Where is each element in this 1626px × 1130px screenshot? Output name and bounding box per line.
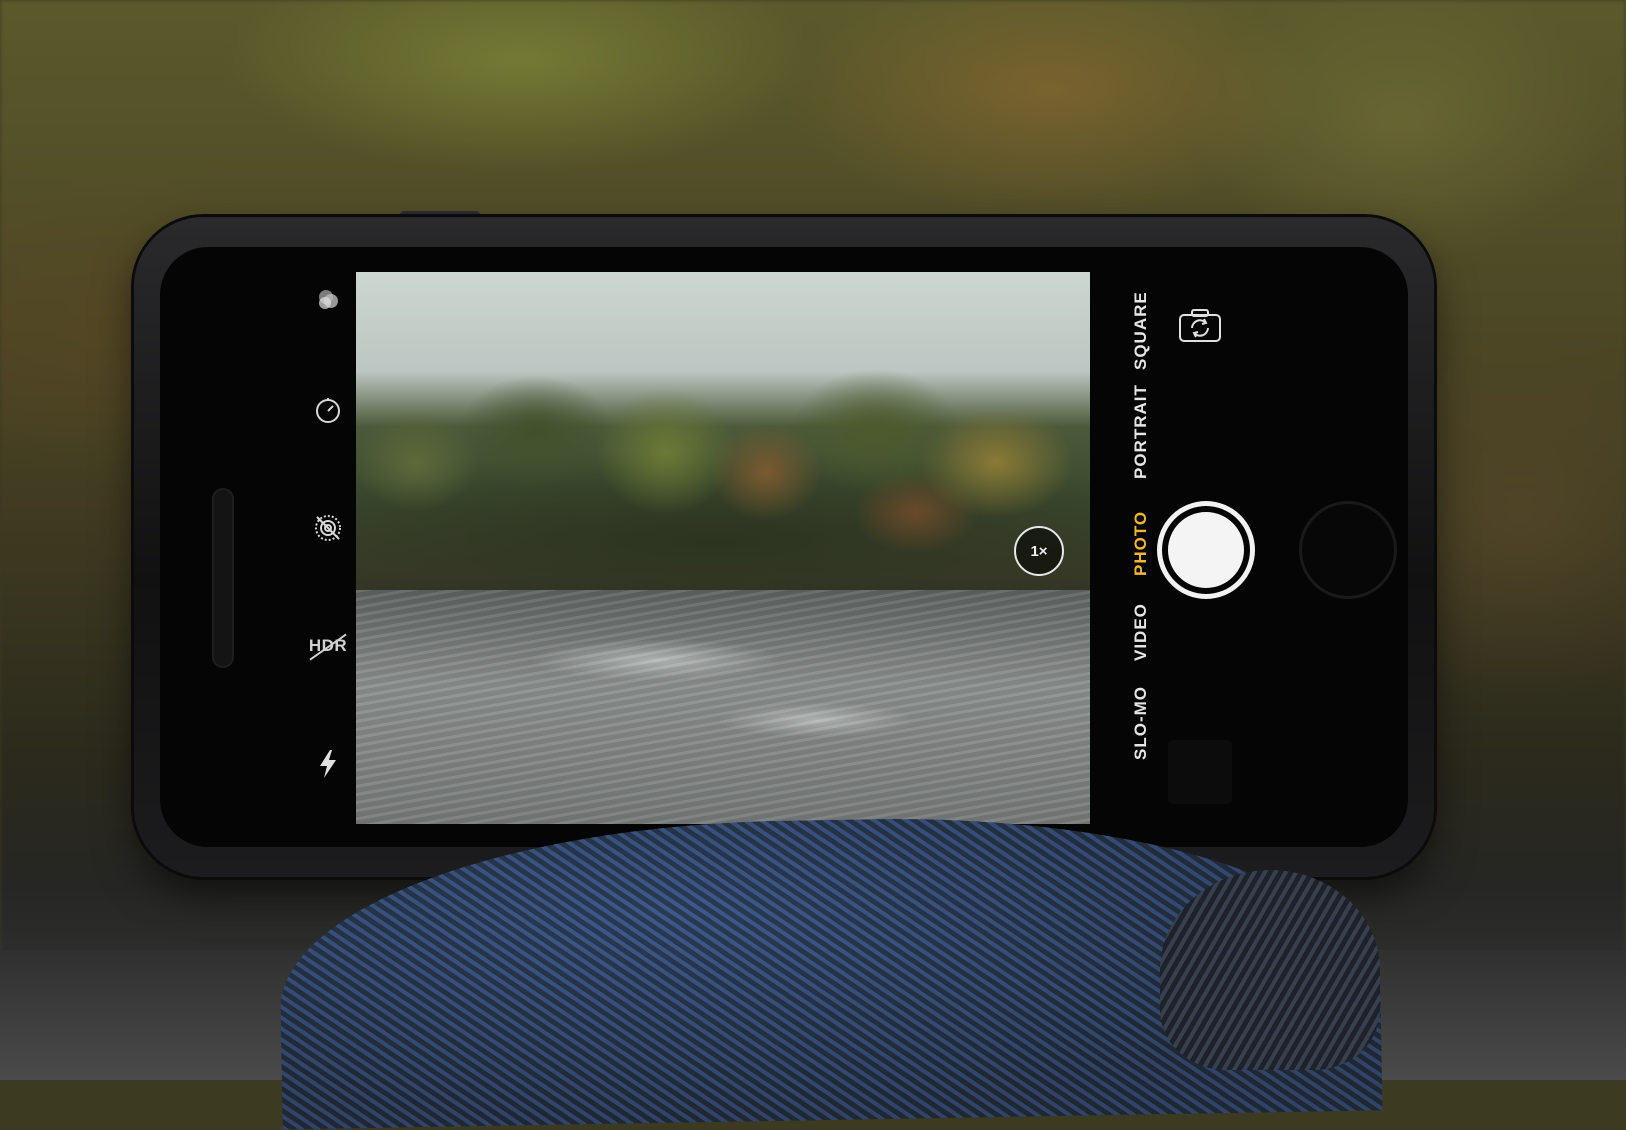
shutter-inner	[1168, 512, 1244, 588]
camera-mode-selector: SQUARE PORTRAIT PHOTO VIDEO SLO-MO	[1118, 272, 1164, 824]
mode-square[interactable]: SQUARE	[1118, 292, 1164, 371]
hdr-toggle[interactable]: HDR	[300, 618, 356, 674]
camera-viewfinder[interactable]	[356, 272, 1090, 824]
mode-photo[interactable]: PHOTO	[1118, 510, 1164, 576]
gloved-thumb	[1160, 870, 1380, 1070]
mode-portrait[interactable]: PORTRAIT	[1118, 382, 1164, 482]
live-photo-filters-icon[interactable]	[300, 272, 356, 328]
live-photo-off-icon[interactable]	[300, 500, 356, 556]
switch-camera-button[interactable]	[1176, 306, 1224, 346]
mode-video[interactable]: VIDEO	[1118, 600, 1164, 664]
zoom-button[interactable]: 1×	[1014, 526, 1064, 576]
hdr-label: HDR	[308, 636, 348, 655]
viewfinder-river	[356, 590, 1090, 824]
shutter-button[interactable]	[1162, 506, 1250, 594]
mode-slo-mo[interactable]: SLO-MO	[1118, 684, 1164, 762]
last-photo-thumbnail[interactable]	[1168, 740, 1232, 804]
viewfinder-trees	[356, 342, 1090, 602]
camera-left-controls: HDR	[300, 272, 356, 820]
earpiece-speaker	[212, 488, 234, 668]
flash-icon[interactable]	[300, 736, 356, 792]
timer-icon[interactable]	[300, 382, 356, 438]
camera-flip-icon	[1179, 309, 1221, 342]
